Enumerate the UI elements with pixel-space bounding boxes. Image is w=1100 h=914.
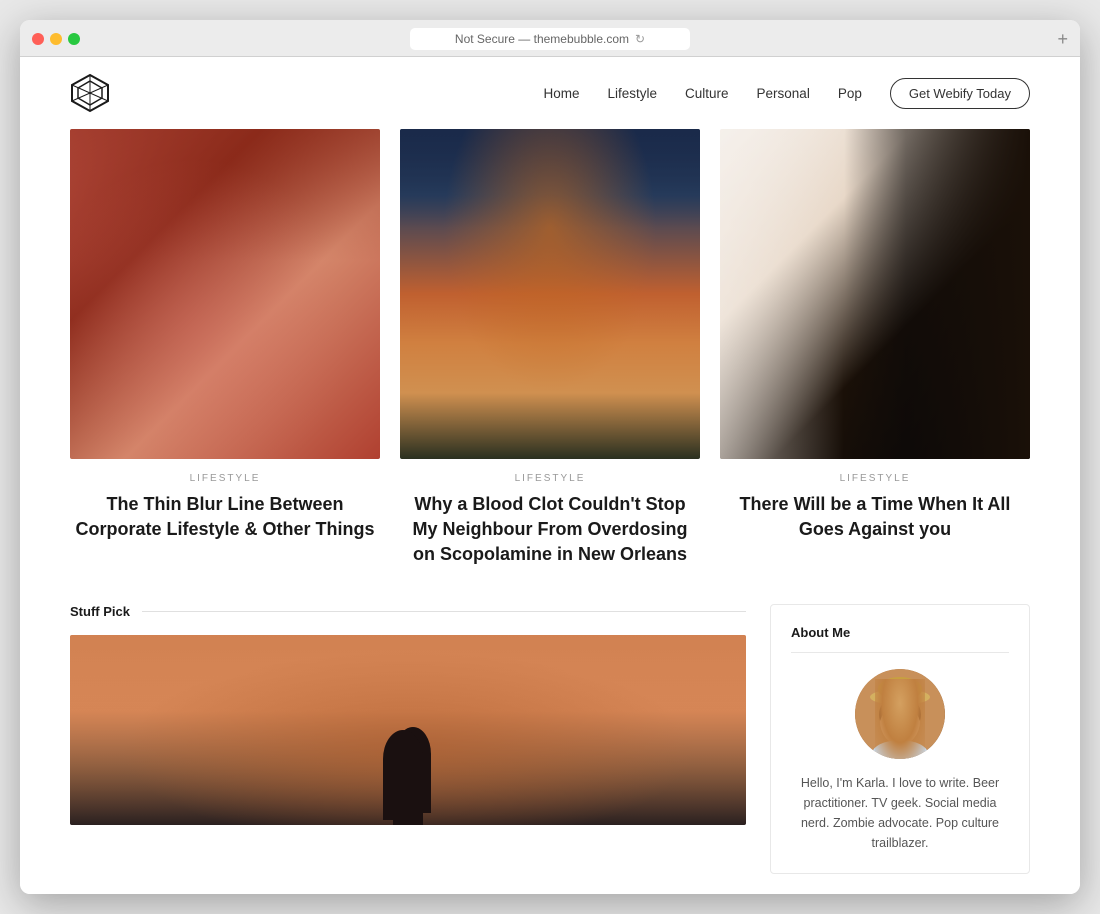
address-text: Not Secure — themebubble.com [455, 32, 629, 46]
featured-category-2: LIFESTYLE [400, 473, 700, 484]
stuff-pick-section: Stuff Pick [70, 604, 746, 825]
new-tab-button[interactable]: + [1057, 30, 1068, 48]
featured-meta-1: LIFESTYLE The Thin Blur Line Between Cor… [70, 459, 380, 548]
featured-meta-2: LIFESTYLE Why a Blood Clot Couldn't Stop… [400, 459, 700, 574]
site-logo[interactable] [70, 73, 110, 113]
nav-culture[interactable]: Culture [685, 86, 729, 101]
nav-personal[interactable]: Personal [757, 86, 810, 101]
nav-home[interactable]: Home [543, 86, 579, 101]
get-webify-button[interactable]: Get Webify Today [890, 78, 1030, 109]
nav-links: Home Lifestyle Culture Personal Pop Get … [543, 78, 1030, 109]
page-content: Home Lifestyle Culture Personal Pop Get … [20, 57, 1080, 894]
minimize-button[interactable] [50, 33, 62, 45]
featured-title-2: Why a Blood Clot Couldn't Stop My Neighb… [400, 492, 700, 568]
close-button[interactable] [32, 33, 44, 45]
featured-img-1 [70, 129, 380, 459]
featured-img-2 [400, 129, 700, 459]
featured-card-3[interactable]: LIFESTYLE There Will be a Time When It A… [710, 129, 1030, 574]
maximize-button[interactable] [68, 33, 80, 45]
about-avatar [855, 669, 945, 759]
about-sidebar: About Me [770, 604, 1030, 874]
featured-card-2[interactable]: LIFESTYLE Why a Blood Clot Couldn't Stop… [390, 129, 710, 574]
reload-icon[interactable]: ↻ [635, 32, 645, 46]
featured-title-3: There Will be a Time When It All Goes Ag… [720, 492, 1030, 542]
stuff-pick-image[interactable] [70, 635, 746, 825]
about-bio: Hello, I'm Karla. I love to write. Beer … [791, 773, 1009, 853]
featured-img-3 [720, 129, 1030, 459]
about-header: About Me [791, 625, 1009, 653]
featured-meta-3: LIFESTYLE There Will be a Time When It A… [720, 459, 1030, 548]
bottom-section: Stuff Pick About Me [20, 574, 1080, 894]
nav-pop[interactable]: Pop [838, 86, 862, 101]
traffic-lights [32, 33, 80, 45]
featured-category-1: LIFESTYLE [70, 473, 380, 484]
browser-window: Not Secure — themebubble.com ↻ + Home Li… [20, 20, 1080, 894]
about-title: About Me [791, 625, 850, 640]
section-divider [142, 611, 746, 612]
featured-card-1[interactable]: LIFESTYLE The Thin Blur Line Between Cor… [70, 129, 390, 574]
featured-title-1: The Thin Blur Line Between Corporate Lif… [70, 492, 380, 542]
section-header: Stuff Pick [70, 604, 746, 619]
featured-category-3: LIFESTYLE [720, 473, 1030, 484]
nav-lifestyle[interactable]: Lifestyle [607, 86, 657, 101]
stuff-pick-title: Stuff Pick [70, 604, 130, 619]
featured-grid: LIFESTYLE The Thin Blur Line Between Cor… [20, 129, 1080, 574]
browser-chrome: Not Secure — themebubble.com ↻ + [20, 20, 1080, 57]
site-nav: Home Lifestyle Culture Personal Pop Get … [20, 57, 1080, 129]
